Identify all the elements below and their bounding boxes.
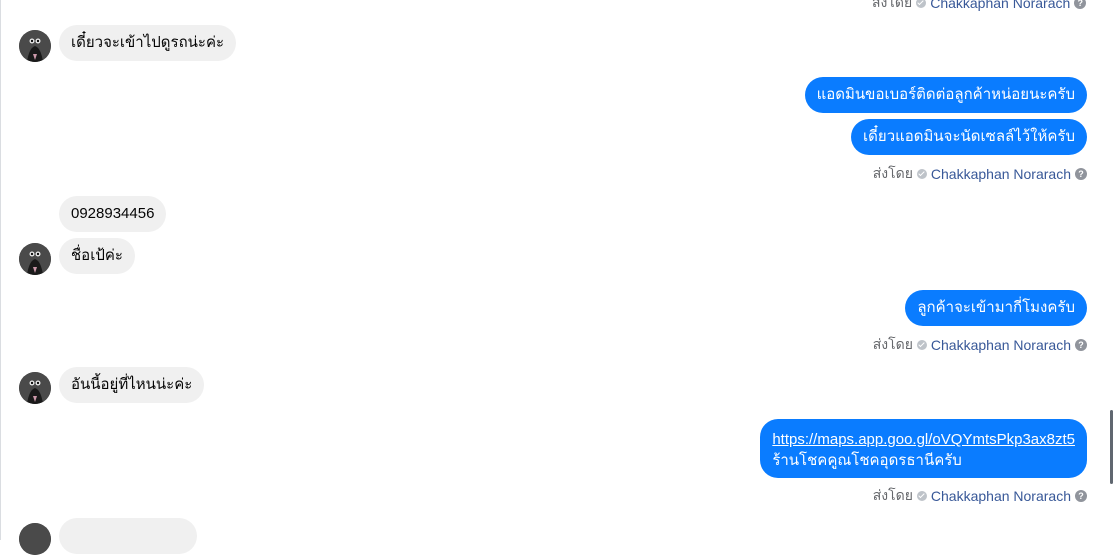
contact-avatar[interactable] <box>19 30 51 62</box>
incoming-message[interactable]: เดี๋ยวจะเข้าไปดูรถน่ะค่ะ <box>59 25 237 61</box>
check-circle-icon <box>916 169 927 179</box>
contact-avatar[interactable] <box>19 372 51 404</box>
sender-name[interactable]: Chakkaphan Norarach <box>931 337 1071 353</box>
incoming-message-partial[interactable] <box>59 518 197 554</box>
question-circle-icon[interactable]: ? <box>1075 339 1087 351</box>
scrollbar-thumb[interactable] <box>1110 410 1113 484</box>
link-caption: ร้านโชคคูณโชคอุดรธานีครับ <box>772 452 962 469</box>
sent-by-label: ส่งโดย <box>872 336 913 352</box>
incoming-message[interactable]: 0928934456 <box>59 196 167 232</box>
sent-by-top: ส่งโดย Chakkaphan Norarach ? <box>872 0 1087 14</box>
question-circle-icon[interactable]: ? <box>1075 490 1087 502</box>
incoming-message[interactable]: ชื่อเป้ค่ะ <box>59 238 135 274</box>
contact-avatar[interactable] <box>19 243 51 275</box>
contact-avatar[interactable] <box>19 523 51 555</box>
sent-by-label: ส่งโดย <box>872 0 913 10</box>
check-circle-icon <box>916 491 927 501</box>
sent-by-label: ส่งโดย <box>872 487 913 503</box>
sender-name[interactable]: Chakkaphan Norarach <box>931 166 1071 182</box>
question-circle-icon[interactable]: ? <box>1075 168 1087 180</box>
sent-by-info: ส่งโดย Chakkaphan Norarach ? <box>873 334 1087 356</box>
incoming-message[interactable]: อันนี้อยู่ที่ไหนน่ะค่ะ <box>59 367 205 403</box>
outgoing-message[interactable]: เดี๋ยวแอดมินจะนัดเซลล์ไว้ให้ครับ <box>851 119 1087 155</box>
outgoing-link-message[interactable]: https://maps.app.goo.gl/oVQYmtsPkp3ax8zt… <box>760 419 1087 478</box>
check-circle-icon <box>916 340 927 350</box>
outgoing-message[interactable]: แอดมินขอเบอร์ติดต่อลูกค้าหน่อยนะครับ <box>804 77 1087 113</box>
check-circle-icon <box>916 0 927 8</box>
map-link[interactable]: https://maps.app.goo.gl/oVQYmtsPkp3ax8zt… <box>772 429 1075 450</box>
outgoing-message[interactable]: ลูกค้าจะเข้ามากี่โมงครับ <box>905 290 1087 326</box>
sent-by-info: ส่งโดย Chakkaphan Norarach ? <box>873 485 1087 507</box>
panel-border <box>0 0 1 540</box>
sender-name[interactable]: Chakkaphan Norarach <box>931 488 1071 504</box>
sent-by-info: ส่งโดย Chakkaphan Norarach ? <box>873 163 1087 185</box>
question-circle-icon[interactable]: ? <box>1074 0 1087 9</box>
sender-name[interactable]: Chakkaphan Norarach <box>930 0 1070 11</box>
sent-by-label: ส่งโดย <box>872 165 913 181</box>
